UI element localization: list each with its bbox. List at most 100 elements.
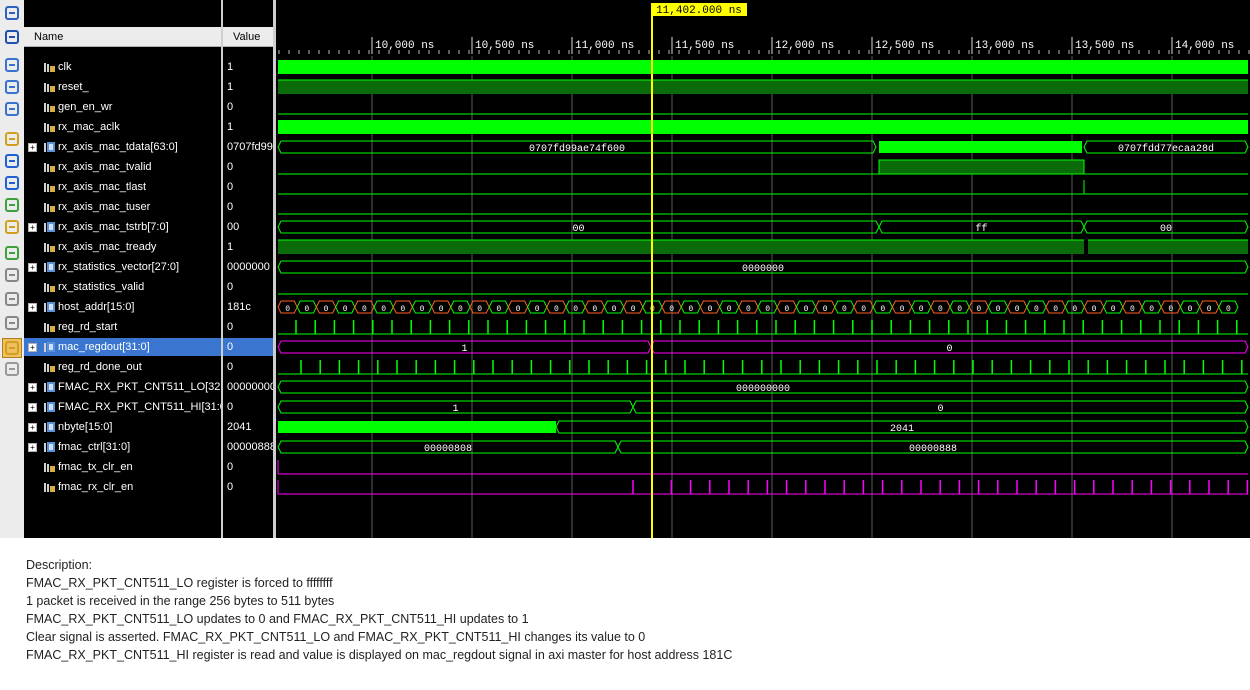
bus-value-label: 0	[765, 305, 770, 314]
bus-value-label: 0	[1034, 305, 1039, 314]
expand-icon[interactable]	[3, 4, 21, 22]
signal-row[interactable]: rx_axis_mac_tlast	[24, 178, 221, 196]
bus-value-label: 0	[1130, 305, 1135, 314]
zoom-fit-icon[interactable]	[3, 100, 21, 118]
signal-value: 0	[227, 361, 234, 373]
expand-toggle-icon[interactable]: +	[28, 423, 37, 432]
signal-name: reset_	[58, 81, 89, 93]
bus-value-label: 0	[612, 305, 617, 314]
signal-row[interactable]: + rx_axis_mac_tstrb[7:0]	[24, 218, 221, 236]
expand-toggle-icon[interactable]: +	[28, 443, 37, 452]
bus-value-label: 0	[1015, 305, 1020, 314]
signal-icon	[44, 163, 55, 172]
description-line: FMAC_RX_PKT_CNT511_LO updates to 0 and F…	[26, 612, 529, 626]
tick-label: 13,500 ns	[1075, 40, 1134, 52]
signal-name: rx_axis_mac_tvalid	[58, 161, 152, 173]
signal-row[interactable]: reset_	[24, 78, 221, 96]
bus-value-label: 0	[1149, 305, 1154, 314]
signal-row[interactable]: + FMAC_RX_PKT_CNT511_LO[32:0]	[24, 378, 233, 396]
signal-icon	[44, 203, 55, 212]
signal-row[interactable]: fmac_tx_clr_en	[24, 458, 221, 476]
toolbar	[0, 0, 25, 538]
signal-row[interactable]: rx_mac_aclk	[24, 118, 221, 136]
bus-value-label: 0	[861, 305, 866, 314]
bus-value-label: 00	[1160, 224, 1172, 235]
signal-name: host_addr[15:0]	[58, 301, 135, 313]
description-heading: Description:	[26, 558, 92, 572]
description-block: Description: FMAC_RX_PKT_CNT511_LO regis…	[26, 556, 732, 664]
signal-value-pane: Value 1 1 0 1 0707fd99 0 0 0 00 1 0000000 0 181c 0 0 0 0…	[223, 0, 273, 538]
bus-value-label: 0	[420, 305, 425, 314]
signal-row[interactable]: reg_rd_start	[24, 318, 221, 336]
signal-row[interactable]: reg_rd_done_out	[24, 358, 221, 376]
expand-toggle-icon[interactable]: +	[28, 403, 37, 412]
prev-marker-icon[interactable]	[3, 266, 21, 284]
next-transition-icon[interactable]	[3, 218, 21, 236]
signal-row[interactable]: rx_axis_mac_tready	[24, 238, 221, 256]
expand-toggle-icon[interactable]: +	[28, 383, 37, 392]
description-line: FMAC_RX_PKT_CNT511_HI register is read a…	[26, 648, 733, 662]
signal-row[interactable]: gen_en_wr	[24, 98, 221, 116]
signal-name: mac_regdout[31:0]	[58, 341, 150, 353]
signal-icon	[44, 183, 55, 192]
wave-high	[278, 80, 1248, 94]
expand-toggle-icon[interactable]: +	[28, 263, 37, 272]
signal-row[interactable]: + FMAC_RX_PKT_CNT511_HI[31:0]	[24, 398, 229, 416]
signal-icon	[44, 83, 55, 92]
signal-icon	[44, 363, 55, 372]
bus-signal-icon	[44, 422, 55, 432]
bus-value-label: 0	[784, 305, 789, 314]
signal-row[interactable]: fmac_rx_clr_en	[24, 478, 221, 496]
signal-row[interactable]: + rx_statistics_vector[27:0]	[24, 258, 221, 276]
signal-row[interactable]: + rx_axis_mac_tdata[63:0]	[24, 138, 221, 156]
bus-value-label: 0	[496, 305, 501, 314]
signal-row[interactable]: rx_axis_mac_tvalid	[24, 158, 221, 176]
expand-toggle-icon[interactable]: +	[28, 223, 37, 232]
prev-transition-icon[interactable]	[3, 196, 21, 214]
name-column-header[interactable]: Name	[24, 27, 221, 47]
zoom-out-icon[interactable]	[3, 78, 21, 96]
bus-signal-icon	[44, 142, 55, 152]
signal-row[interactable]: + fmac_ctrl[31:0]	[24, 438, 221, 456]
next-marker-icon[interactable]	[3, 290, 21, 308]
swap-cursors-icon[interactable]	[3, 314, 21, 332]
value-column-header[interactable]: Value	[223, 27, 273, 47]
bus-value-label: 0	[1188, 305, 1193, 314]
bus-value-label: 0	[631, 305, 636, 314]
snap-icon[interactable]	[2, 338, 22, 358]
signal-name: rx_statistics_valid	[58, 281, 145, 293]
expand-toggle-icon[interactable]: +	[28, 303, 37, 312]
bus-busy-region	[278, 421, 556, 433]
signal-value: 00000888	[227, 441, 273, 453]
bus-icon[interactable]	[3, 360, 21, 378]
go-start-icon[interactable]	[3, 152, 21, 170]
expand-toggle-icon[interactable]: +	[28, 343, 37, 352]
waveform-canvas[interactable]: 10,000 ns 10,500 ns 11,000 ns 11,500 ns 12,0…	[276, 0, 1250, 538]
goto-cursor-icon[interactable]	[3, 130, 21, 148]
bus-value-label: 0	[996, 305, 1001, 314]
signal-row[interactable]: rx_statistics_valid	[24, 278, 221, 296]
signal-row[interactable]: + nbyte[15:0]	[24, 418, 221, 436]
bus-value-label: 0	[804, 305, 809, 314]
signal-name: FMAC_RX_PKT_CNT511_LO[32:0]	[58, 381, 233, 393]
wave-high	[278, 240, 1084, 254]
signal-row[interactable]: + mac_regdout[31:0]	[24, 338, 221, 356]
signal-value: 0	[227, 321, 234, 333]
go-end-icon[interactable]	[3, 174, 21, 192]
wave-high	[278, 60, 1248, 74]
bus-value-label: 0	[669, 305, 674, 314]
waveform-pane[interactable]: 10,000 ns 10,500 ns 11,000 ns 11,500 ns 12,0…	[276, 0, 1250, 538]
bus-value-label: 0	[1111, 305, 1116, 314]
bus-value-label: 0	[573, 305, 578, 314]
expand-toggle-icon[interactable]: +	[28, 143, 37, 152]
add-marker-icon[interactable]	[3, 244, 21, 262]
signal-row[interactable]: + host_addr[15:0]	[24, 298, 221, 316]
bus-value-label: 0	[400, 305, 405, 314]
signal-name: reg_rd_start	[58, 321, 118, 333]
signal-value: 0	[223, 338, 273, 356]
zoom-in-icon[interactable]	[3, 56, 21, 74]
bus-value-label: 0000000	[742, 264, 784, 275]
signal-row[interactable]: clk	[24, 58, 221, 76]
save-icon[interactable]	[3, 28, 21, 46]
signal-row[interactable]: rx_axis_mac_tuser	[24, 198, 221, 216]
